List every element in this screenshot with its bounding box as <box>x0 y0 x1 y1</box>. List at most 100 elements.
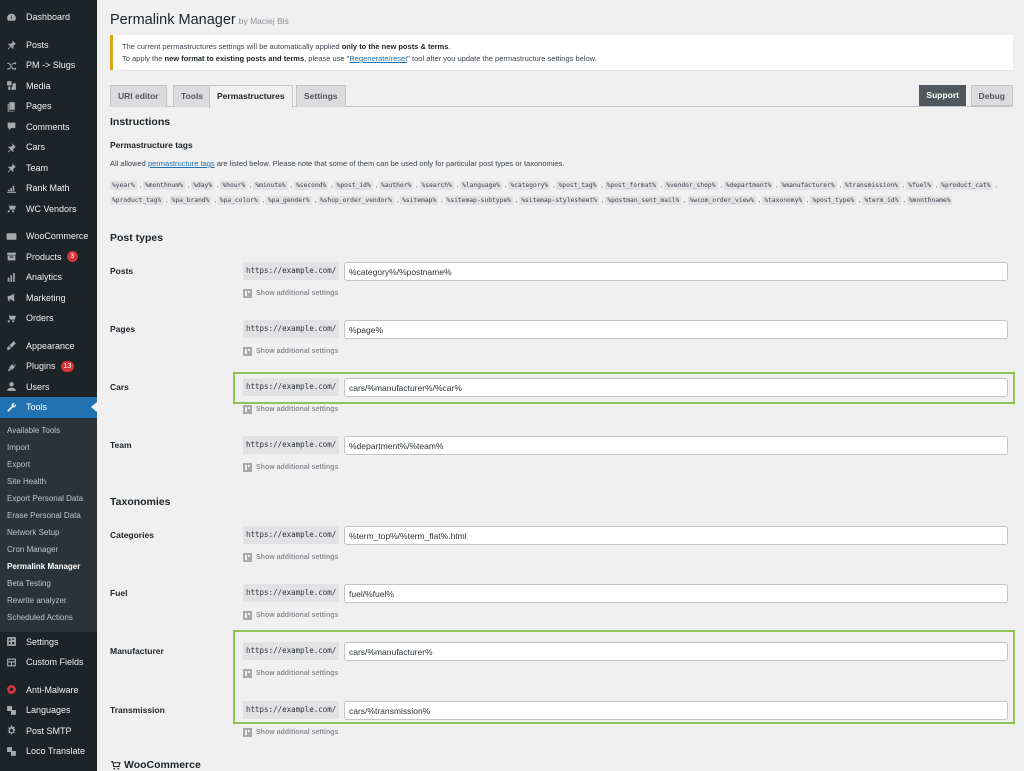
support-button[interactable]: Support <box>919 85 966 106</box>
permastructure-tag: %post_format% <box>604 181 658 190</box>
sidebar-item-products[interactable]: Products 3 <box>0 247 97 268</box>
show-additional-settings-fuel[interactable]: Show additional settings <box>243 611 338 620</box>
submenu-item-network-setup[interactable]: Network Setup <box>0 524 97 541</box>
show-additional-settings-manufacturer[interactable]: Show additional settings <box>243 669 338 678</box>
permastructure-input-cars[interactable] <box>344 378 1008 397</box>
permastructure-input-transmission[interactable] <box>344 701 1008 720</box>
show-additional-settings-cars[interactable]: Show additional settings <box>243 405 338 414</box>
cart-icon <box>5 312 17 324</box>
debug-button[interactable]: Debug <box>970 85 1013 106</box>
submenu-item-permalink-manager[interactable]: Permalink Manager <box>0 558 97 575</box>
sidebar-item-media[interactable]: Media <box>0 76 97 97</box>
regenerate-reset-link[interactable]: Regenerate/reset <box>349 54 407 63</box>
sidebar-item-pm-slugs[interactable]: PM -> Slugs <box>0 55 97 76</box>
sidebar-item-cars[interactable]: Cars <box>0 137 97 158</box>
show-additional-settings-posts[interactable]: Show additional settings <box>243 289 338 298</box>
sidebar-item-appearance[interactable]: Appearance <box>0 336 97 357</box>
show-additional-settings-transmission[interactable]: Show additional settings <box>243 728 338 737</box>
sidebar-item-woocommerce[interactable]: WooCommerce <box>0 226 97 247</box>
permastructure-tag: %shop_order_vendor% <box>317 196 394 205</box>
cart-icon <box>111 760 121 770</box>
submenu-item-import[interactable]: Import <box>0 439 97 456</box>
permastructure-tag: %language% <box>460 181 503 190</box>
permastructure-input-categories[interactable] <box>344 526 1008 545</box>
sidebar-item-post-smtp[interactable]: Post SMTP <box>0 721 97 742</box>
permastructure-tag: %fuel% <box>906 181 933 190</box>
sidebar-item-pages[interactable]: Pages <box>0 96 97 117</box>
permastructure-tag: %pa_color% <box>217 196 260 205</box>
sidebar-item-team[interactable]: Team <box>0 158 97 179</box>
notice-line-1: The current permastructures settings wil… <box>122 42 451 51</box>
url-prefix: https://example.com/ <box>243 642 340 660</box>
submenu-item-cron-manager[interactable]: Cron Manager <box>0 541 97 558</box>
permastructure-input-pages[interactable] <box>344 320 1008 339</box>
tab-tools[interactable]: Tools <box>173 85 212 107</box>
media-icon <box>5 80 17 92</box>
permastructure-input-fuel[interactable] <box>344 584 1008 603</box>
sidebar-item-settings[interactable]: Settings <box>0 632 97 653</box>
archive-icon <box>5 251 17 263</box>
instructions-heading: Instructions <box>110 116 171 128</box>
show-additional-settings-categories[interactable]: Show additional settings <box>243 553 338 562</box>
settings-toggle-icon <box>243 347 252 356</box>
update-count-badge: 3 <box>66 251 78 263</box>
permastructure-tag: %day% <box>191 181 215 190</box>
gear-icon <box>5 725 17 737</box>
sidebar-item-anti-malware[interactable]: Anti-Malware <box>0 680 97 701</box>
permastructure-tag: %department% <box>723 181 774 190</box>
sidebar-item-custom-fields[interactable]: Custom Fields <box>0 652 97 673</box>
submenu-item-available-tools[interactable]: Available Tools <box>0 422 97 439</box>
sidebar-item-languages[interactable]: Languages <box>0 700 97 721</box>
permastructure-tag: %term_id% <box>862 196 901 205</box>
submenu-item-beta-testing[interactable]: Beta Testing <box>0 575 97 592</box>
woocommerce-heading: WooCommerce <box>110 759 201 771</box>
settings-toggle-icon <box>243 553 252 562</box>
sidebar-item-orders[interactable]: Orders <box>0 308 97 329</box>
submenu-item-export[interactable]: Export <box>0 456 97 473</box>
row-label-posts: Posts <box>110 266 134 276</box>
sidebar-item-posts[interactable]: Posts <box>0 35 97 56</box>
notice-line-2: To apply the new format to existing post… <box>122 54 597 63</box>
submenu-item-erase-personal-data[interactable]: Erase Personal Data <box>0 507 97 524</box>
woo-icon <box>5 230 17 242</box>
permastructure-tag: %vendor_shop% <box>664 181 718 190</box>
sidebar-item-users[interactable]: Users <box>0 377 97 398</box>
sidebar-item-rank-math[interactable]: Rank Math <box>0 178 97 199</box>
plug-icon <box>5 360 17 372</box>
submenu-item-site-health[interactable]: Site Health <box>0 473 97 490</box>
show-additional-settings-pages[interactable]: Show additional settings <box>243 347 338 356</box>
submenu-item-rewrite-analyzer[interactable]: Rewrite analyzer <box>0 592 97 609</box>
show-additional-settings-team[interactable]: Show additional settings <box>243 463 338 472</box>
sidebar-item-marketing[interactable]: Marketing <box>0 288 97 309</box>
row-label-pages: Pages <box>110 324 136 334</box>
permastructure-input-posts[interactable] <box>344 262 1008 281</box>
sidebar-item-loco-translate[interactable]: Loco Translate <box>0 741 97 762</box>
tags-description: All allowed permastructure tags are list… <box>110 159 565 168</box>
sidebar-item-comments[interactable]: Comments <box>0 117 97 138</box>
permastructure-tag: %product_tag% <box>110 196 164 205</box>
permastructure-tag: %wcom_order_view% <box>687 196 757 205</box>
permastructure-input-manufacturer[interactable] <box>344 642 1008 661</box>
tab-permastructures[interactable]: Permastructures <box>209 85 293 108</box>
page-title: Permalink Manager by Maciej Bis <box>110 12 289 28</box>
tab-bar: URI editor Tools Permastructures Setting… <box>110 85 1013 108</box>
sidebar-item-wc-vendors[interactable]: WC Vendors <box>0 199 97 220</box>
sidebar-item-plugins[interactable]: Plugins 13 <box>0 356 97 377</box>
permastructure-input-team[interactable] <box>344 436 1008 455</box>
shield-icon <box>5 684 17 696</box>
url-prefix: https://example.com/ <box>243 436 340 454</box>
shuffle-icon <box>5 59 17 71</box>
sidebar-item-tools[interactable]: Tools <box>0 397 97 418</box>
submenu-item-export-personal-data[interactable]: Export Personal Data <box>0 490 97 507</box>
permastructure-tags-link[interactable]: permastructure tags <box>148 159 215 168</box>
sidebar-item-analytics[interactable]: Analytics <box>0 267 97 288</box>
settings-toggle-icon <box>243 289 252 298</box>
sidebar-item-dashboard[interactable]: Dashboard <box>0 7 97 28</box>
tab-uri-editor[interactable]: URI editor <box>110 85 167 107</box>
tab-settings[interactable]: Settings <box>296 85 346 107</box>
permastructure-tag: %transmission% <box>842 181 900 190</box>
dashboard-icon <box>5 11 17 23</box>
submenu-item-scheduled-actions[interactable]: Scheduled Actions <box>0 609 97 626</box>
url-prefix: https://example.com/ <box>243 262 340 280</box>
permastructure-tag: %post_tag% <box>556 181 599 190</box>
